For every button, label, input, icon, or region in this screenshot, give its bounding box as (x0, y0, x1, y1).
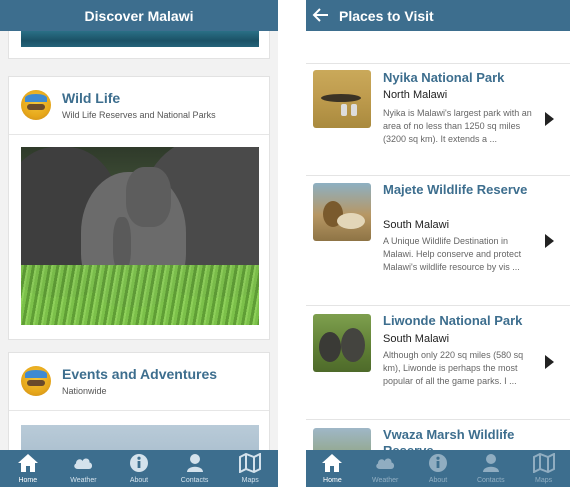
tab-label: Contacts (180, 477, 209, 484)
card-title: Wild Life (62, 90, 121, 106)
map-icon (239, 453, 262, 473)
wildlife-card[interactable]: Wild Life Wild Life Reserves and Nationa… (8, 76, 270, 340)
place-thumbnail (313, 314, 371, 372)
tab-contacts[interactable]: Contacts (464, 450, 517, 487)
place-title: Liwonde National Park (383, 313, 523, 328)
header-title: Discover Malawi (84, 7, 194, 24)
place-region: South Malawi (383, 333, 450, 345)
chevron-right-icon (545, 112, 554, 126)
discover-malawi-screen: Discover Malawi Wild Life Wild Life Rese… (0, 0, 278, 487)
map-icon (532, 453, 555, 473)
list-item[interactable]: Nyika National Park North Malawi Nyika i… (306, 64, 570, 176)
bottom-tab-bar: Home Weather About Contacts Maps (306, 450, 570, 487)
chevron-right-icon (545, 234, 554, 248)
app-header: Places to Visit (306, 0, 570, 31)
info-icon (129, 454, 148, 472)
card-header: Wild Life Wild Life Reserves and Nationa… (9, 77, 269, 135)
card-header: Events and Adventures Nationwide (9, 353, 269, 411)
home-icon (322, 454, 343, 472)
tab-label: Maps (535, 477, 553, 484)
info-icon (428, 454, 447, 472)
elephant-photo (21, 147, 259, 325)
tab-about[interactable]: About (412, 450, 465, 487)
place-thumbnail (313, 70, 371, 128)
place-description: Nyika is Malawi's largest park with an a… (383, 108, 532, 144)
tab-label: Maps (241, 477, 259, 484)
tab-weather[interactable]: Weather (56, 450, 112, 487)
list-spacer (306, 31, 570, 64)
tab-label: About (129, 477, 149, 484)
header-title: Places to Visit (339, 7, 434, 24)
card-subtitle: Nationwide (62, 386, 107, 396)
chevron-right-icon (545, 355, 554, 369)
places-to-visit-screen: Places to Visit Nyika National Park Nort… (306, 0, 570, 487)
tab-label: Contacts (476, 477, 505, 484)
tab-label: Weather (70, 477, 97, 484)
place-title: Majete Wildlife Reserve (383, 182, 528, 197)
tab-label: Home (323, 477, 342, 484)
bottom-tab-bar: Home Weather About Contacts Maps (0, 450, 278, 487)
malawi-emblem-icon (21, 366, 51, 396)
malawi-emblem-icon (21, 90, 51, 120)
tab-label: Weather (372, 477, 399, 484)
app-header: Discover Malawi (0, 0, 278, 31)
tab-label: About (428, 477, 448, 484)
card-image (21, 31, 259, 47)
card-title: Events and Adventures (62, 366, 218, 382)
place-title: Nyika National Park (383, 70, 505, 85)
tab-contacts[interactable]: Contacts (167, 450, 223, 487)
tab-label: Home (18, 477, 38, 484)
tab-home[interactable]: Home (306, 450, 359, 487)
place-description: Although only 220 sq miles (580 sq km), … (383, 350, 524, 386)
tab-about[interactable]: About (111, 450, 167, 487)
tab-maps[interactable]: Maps (222, 450, 278, 487)
card-subtitle: Wild Life Reserves and National Parks (62, 110, 216, 120)
home-icon (17, 454, 38, 472)
list-item[interactable]: Liwonde National Park South Malawi Altho… (306, 306, 570, 420)
back-arrow-icon[interactable] (312, 7, 330, 23)
cloud-icon (376, 458, 395, 469)
cloud-icon (74, 458, 93, 469)
tab-home[interactable]: Home (0, 450, 56, 487)
person-icon (482, 454, 499, 472)
events-card[interactable]: Events and Adventures Nationwide (8, 352, 270, 462)
person-icon (186, 454, 203, 472)
place-thumbnail (313, 183, 371, 241)
place-region: North Malawi (383, 89, 448, 101)
tab-maps[interactable]: Maps (517, 450, 570, 487)
previous-card[interactable] (8, 31, 270, 59)
list-item[interactable]: Majete Wildlife Reserve South Malawi A U… (306, 176, 570, 306)
place-description: A Unique Wildlife Destination in Malawi.… (383, 236, 522, 272)
tab-weather[interactable]: Weather (359, 450, 412, 487)
place-region: South Malawi (383, 219, 450, 231)
